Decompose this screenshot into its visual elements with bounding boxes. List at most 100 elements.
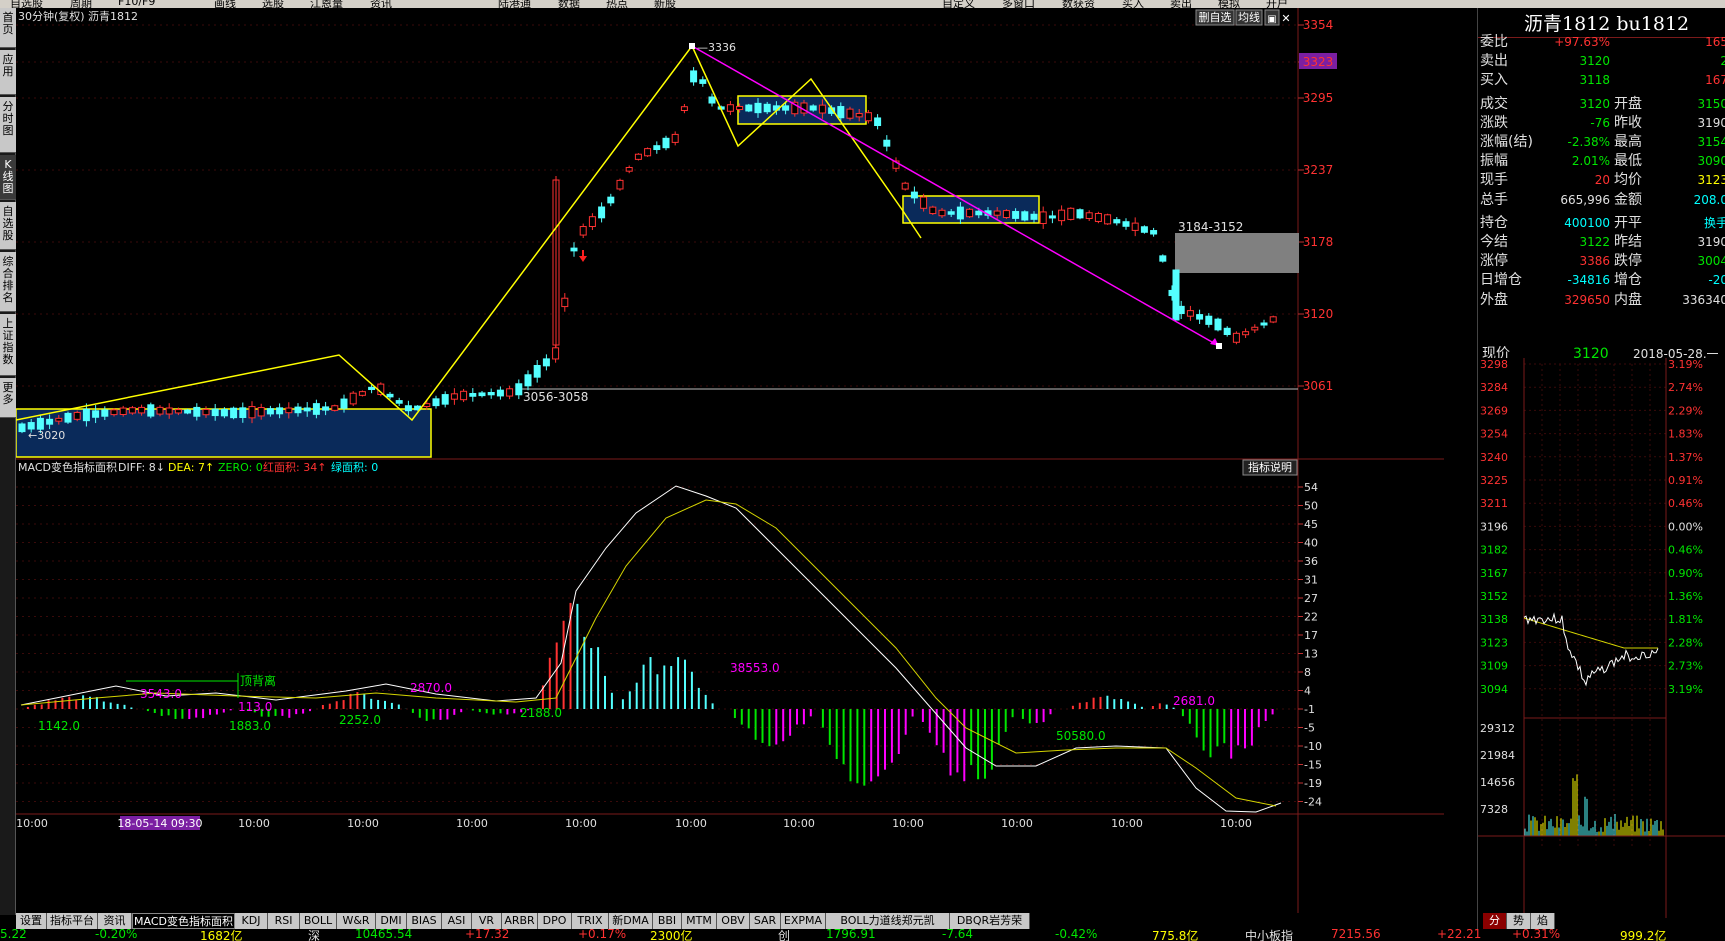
quote-panel: 沥青1812 bu1812 委比 +97.63% 165 卖出 3120 2 买入 3118 1… bbox=[1477, 8, 1725, 929]
quote-value: 3150 bbox=[1697, 96, 1725, 111]
top-menu-item[interactable]: 周期 bbox=[70, 0, 92, 8]
quote-label: 外盘 bbox=[1480, 291, 1508, 308]
candle-body bbox=[478, 392, 486, 397]
quote-label: 持仓 bbox=[1480, 214, 1508, 231]
candle-body bbox=[322, 406, 330, 411]
left-tab-2[interactable]: 分时图 bbox=[0, 97, 16, 153]
indicator-tab-14[interactable]: TRIX bbox=[572, 913, 609, 929]
indicator-tab-19[interactable]: SAR bbox=[750, 913, 781, 929]
candle-body bbox=[1048, 215, 1056, 219]
indicator-tab-10[interactable]: ASI bbox=[442, 913, 472, 929]
mini-tab-0[interactable]: 分 bbox=[1483, 913, 1507, 929]
mini-pct-label: 1.36% bbox=[1668, 590, 1703, 603]
top-menu-item[interactable]: 自选股 bbox=[10, 0, 43, 8]
indicator-tab-11[interactable]: VR bbox=[472, 913, 502, 929]
quote-row: 涨幅(结) -2.38% 最高 3154 bbox=[1478, 132, 1725, 153]
status-item: -7.64 bbox=[942, 929, 974, 941]
top-menu-item[interactable]: 数据 bbox=[558, 0, 580, 8]
left-tab-6[interactable]: 上证指数 bbox=[0, 314, 16, 376]
top-menu-item[interactable]: 数获资 bbox=[1062, 0, 1095, 8]
top-menu-item[interactable]: 资讯 bbox=[370, 0, 392, 8]
candle-body bbox=[368, 386, 376, 391]
indicator-tab-7[interactable]: W&R bbox=[337, 913, 376, 929]
top-menu-item[interactable]: 模拟 bbox=[1218, 0, 1240, 8]
candle-body bbox=[1122, 221, 1130, 227]
top-menu-item[interactable]: 选股 bbox=[262, 0, 284, 8]
top-menu-item[interactable]: 买入 bbox=[1122, 0, 1144, 8]
indicator-tab-9[interactable]: BIAS bbox=[407, 913, 442, 929]
top-menu-item[interactable]: 江恩量 bbox=[310, 0, 343, 8]
macd-axis-label: 13 bbox=[1304, 648, 1318, 661]
status-item: +0.31% bbox=[1512, 929, 1561, 941]
quote-label: 增仓 bbox=[1614, 272, 1642, 289]
candle-body bbox=[607, 196, 615, 204]
indicator-tab-21[interactable]: BOLL力道线郑元凯 bbox=[826, 913, 950, 929]
candle-body bbox=[358, 391, 366, 396]
top-menu-item[interactable]: 自定义 bbox=[942, 0, 975, 8]
mini-price-label: 3109 bbox=[1480, 660, 1508, 673]
mini-vol-label: 29312 bbox=[1480, 722, 1515, 735]
top-menu-item[interactable]: 开户 bbox=[1266, 0, 1288, 8]
indicator-tab-12[interactable]: ARBR bbox=[502, 913, 538, 929]
low-annotation: ←3020 bbox=[28, 429, 65, 442]
indicator-tab-8[interactable]: DMI bbox=[376, 913, 407, 929]
indicator-tab-3[interactable]: MACD变色指标面积 bbox=[132, 913, 235, 929]
candle-body bbox=[598, 206, 606, 219]
indicator-tab-18[interactable]: OBV bbox=[717, 913, 750, 929]
top-menu-item[interactable]: 卖出 bbox=[1170, 0, 1192, 8]
indicator-tab-15[interactable]: 新DMA bbox=[609, 913, 653, 929]
left-tab-7[interactable]: 更多 bbox=[0, 378, 16, 418]
left-tab-5[interactable]: 综合排名 bbox=[0, 252, 16, 312]
quote-value: 3154 bbox=[1697, 135, 1725, 149]
candle-body bbox=[1269, 316, 1277, 323]
macd-axis-label: 8 bbox=[1304, 666, 1311, 679]
quote-row: 涨停 3386 跌停 3004 bbox=[1478, 251, 1725, 272]
indicator-tab-1[interactable]: 指标平台 bbox=[47, 913, 98, 929]
candle-body bbox=[929, 206, 937, 215]
left-tab-0[interactable]: 首页 bbox=[0, 8, 16, 48]
quote-label: 今结 bbox=[1480, 234, 1508, 250]
price-axis-label: 3178 bbox=[1303, 235, 1334, 249]
top-menu-item[interactable]: 热点 bbox=[606, 0, 628, 8]
mini-tab-1[interactable]: 势 bbox=[1507, 913, 1531, 929]
time-axis-label: 10:00 bbox=[565, 817, 597, 830]
left-tab-4[interactable]: 自选股 bbox=[0, 202, 16, 250]
time-axis-label: 10:00 bbox=[1220, 817, 1252, 830]
candle-body bbox=[174, 409, 182, 414]
resistance-zone bbox=[1175, 233, 1299, 273]
mini-tab-2[interactable]: 焰 bbox=[1531, 913, 1555, 929]
top-menu-item[interactable]: F10/F9 bbox=[118, 0, 155, 8]
indicator-tab-20[interactable]: EXPMA bbox=[781, 913, 826, 929]
indicator-tab-6[interactable]: BOLL bbox=[300, 913, 337, 929]
indicator-header-label: ZERO: 0 bbox=[218, 461, 263, 474]
left-tab-1[interactable]: 应用 bbox=[0, 50, 16, 95]
top-menu-item[interactable]: 画线 bbox=[214, 0, 236, 8]
indicator-tab-17[interactable]: MTM bbox=[682, 913, 717, 929]
kline-chart-panel[interactable]: 3354 3323 3295 3237 3178 3120 3061 30分钟(复权) 沥青18… bbox=[15, 8, 1444, 915]
mini-price-label: 3094 bbox=[1480, 683, 1508, 696]
status-item: 1796.91 bbox=[826, 929, 876, 941]
price-axis-label: 3323 bbox=[1303, 55, 1334, 69]
indicator-tab-13[interactable]: DPO bbox=[538, 913, 572, 929]
indicator-tab-16[interactable]: BBI bbox=[653, 913, 682, 929]
indicator-tab-22[interactable]: DBQR岩芳荣 bbox=[950, 913, 1030, 929]
candle-body bbox=[625, 166, 633, 172]
left-tab-3[interactable]: K线图 bbox=[0, 155, 16, 200]
top-menu-item[interactable]: 陆港通 bbox=[498, 0, 531, 8]
indicator-tab-4[interactable]: KDJ bbox=[235, 913, 268, 929]
candle-body bbox=[496, 389, 504, 397]
quote-label: 昨结 bbox=[1614, 234, 1642, 250]
candle-body bbox=[993, 210, 1001, 216]
quote-label: 涨停 bbox=[1480, 253, 1508, 270]
indicator-tab-0[interactable]: 设置 bbox=[16, 913, 47, 929]
top-menu-item[interactable]: 新股 bbox=[654, 0, 676, 8]
indicator-tab-2[interactable]: 资讯 bbox=[98, 913, 132, 929]
macd-area-value: 2870.0 bbox=[410, 681, 452, 695]
kline-chart-svg[interactable]: 3354 3323 3295 3237 3178 3120 3061 30分钟(复权) 沥青18… bbox=[15, 8, 1444, 915]
indicator-tab-5[interactable]: RSI bbox=[268, 913, 300, 929]
intraday-mini-chart[interactable]: 3298 3.19% 3284 2.74% 3269 2.29% 3254 1.83% 3240… bbox=[1478, 358, 1725, 918]
candle-body bbox=[754, 102, 762, 114]
top-menu-item[interactable]: 多窗口 bbox=[1002, 0, 1035, 8]
quote-value: 167 bbox=[1705, 73, 1725, 88]
candle-body bbox=[257, 407, 265, 417]
